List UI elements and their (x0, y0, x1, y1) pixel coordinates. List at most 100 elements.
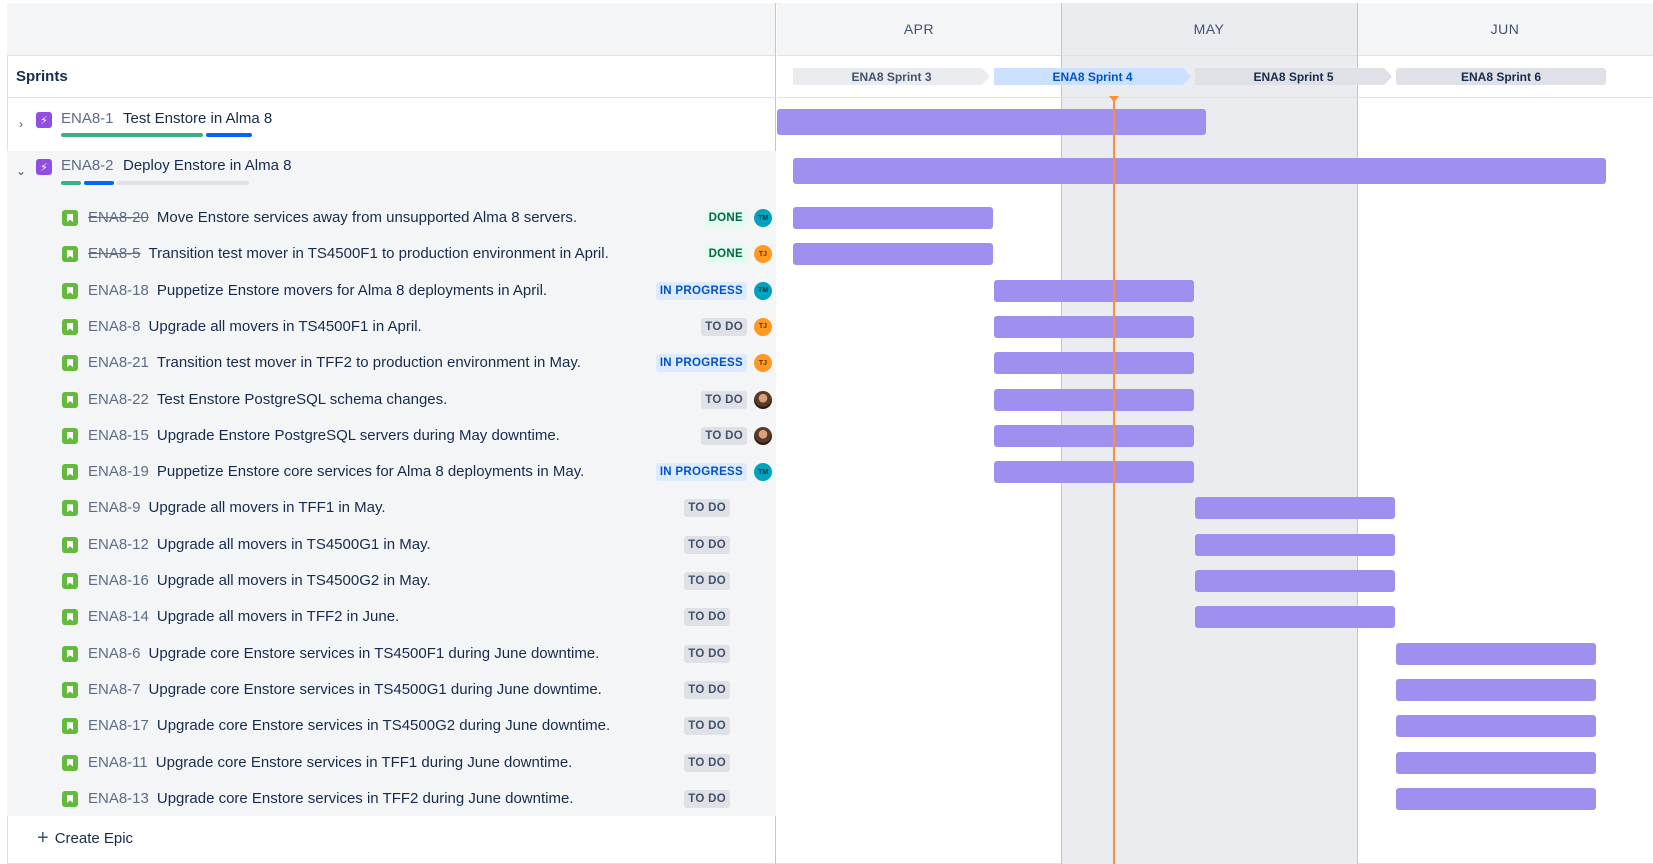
chevron-right-icon[interactable]: › (15, 117, 27, 131)
assignee-avatar[interactable]: TM (754, 463, 772, 482)
status-lozenge[interactable]: TO DO (684, 644, 730, 663)
issue-bar[interactable] (994, 352, 1194, 375)
issue-bar[interactable] (1396, 787, 1596, 810)
status-lozenge[interactable]: TO DO (701, 317, 747, 336)
issue-row[interactable]: ENA8-7 Upgrade core Enstore services in T… (7, 672, 776, 708)
assignee-avatar[interactable]: TM (754, 281, 772, 300)
issue-title[interactable]: Upgrade core Enstore services in TFF2 du… (157, 790, 574, 807)
sprint-pill-active[interactable]: ENA8 Sprint 4 (994, 68, 1191, 85)
issue-title[interactable]: Test Enstore PostgreSQL schema changes. (157, 391, 447, 408)
issue-key[interactable]: ENA8-15 (88, 427, 149, 444)
issue-bar[interactable] (994, 461, 1194, 484)
issue-title[interactable]: Upgrade all movers in TFF1 in May. (149, 499, 386, 516)
issue-row[interactable]: ENA8-6 Upgrade core Enstore services in T… (7, 636, 776, 672)
status-lozenge[interactable]: DONE (704, 209, 747, 227)
status-lozenge[interactable]: TO DO (684, 535, 730, 554)
issue-key[interactable]: ENA8-13 (88, 790, 149, 807)
status-lozenge[interactable]: TO DO (684, 572, 730, 590)
issue-row[interactable]: ENA8-5 Transition test mover in TS4500F1 … (7, 236, 776, 272)
issue-row[interactable]: ENA8-12 Upgrade all movers in TS4500G1 in… (7, 527, 776, 563)
issue-row[interactable]: ENA8-9 Upgrade all movers in TFF1 in May.… (7, 490, 776, 526)
status-lozenge[interactable]: TO DO (684, 680, 730, 699)
epic-title[interactable]: Test Enstore in Alma 8 (123, 110, 272, 127)
issue-row[interactable]: ENA8-22 Test Enstore PostgreSQL schema ch… (7, 382, 776, 418)
epic-title[interactable]: Deploy Enstore in Alma 8 (123, 157, 291, 174)
issue-bar[interactable] (994, 424, 1194, 447)
issue-row[interactable]: ENA8-13 Upgrade core Enstore services in … (7, 781, 776, 817)
status-lozenge[interactable]: TO DO (701, 426, 747, 445)
status-lozenge[interactable]: DONE (704, 245, 747, 264)
issue-row[interactable]: ENA8-19 Puppetize Enstore core services f… (7, 454, 776, 490)
status-lozenge[interactable]: IN PROGRESS (655, 281, 747, 300)
issue-bar[interactable] (1195, 570, 1395, 592)
issue-title[interactable]: Upgrade core Enstore services in TFF1 du… (156, 754, 573, 771)
assignee-avatar[interactable]: TJ (754, 354, 772, 373)
issue-key[interactable]: ENA8-11 (88, 754, 148, 771)
epic-key[interactable]: ENA8-1 (61, 110, 114, 127)
issue-key[interactable]: ENA8-5 (88, 245, 141, 262)
epic-row[interactable]: › ⚡︎ ENA8-1 Test Enstore in Alma 8 (7, 103, 776, 151)
issue-row[interactable]: ENA8-21 Transition test mover in TFF2 to … (7, 345, 776, 381)
epic-bar[interactable] (793, 158, 1606, 184)
issue-row[interactable]: ENA8-18 Puppetize Enstore movers for Alma… (7, 273, 776, 309)
status-lozenge[interactable]: TO DO (684, 789, 730, 808)
assignee-avatar[interactable]: TM (754, 209, 772, 227)
issue-key[interactable]: ENA8-8 (88, 318, 141, 335)
issue-title[interactable]: Transition test mover in TS4500F1 to pro… (149, 245, 609, 262)
sprint-pill[interactable]: ENA8 Sprint 3 (793, 68, 990, 85)
assignee-avatar[interactable] (754, 390, 772, 409)
create-epic-button[interactable]: + Create Epic (37, 828, 133, 848)
issue-bar[interactable] (1195, 606, 1395, 629)
issue-bar[interactable] (994, 315, 1194, 338)
issue-key[interactable]: ENA8-6 (88, 645, 141, 662)
issue-key[interactable]: ENA8-9 (88, 499, 141, 516)
issue-title[interactable]: Upgrade core Enstore services in TS4500F… (149, 645, 600, 662)
issue-bar[interactable] (793, 207, 993, 229)
issue-title[interactable]: Upgrade core Enstore services in TS4500G… (149, 681, 602, 698)
issue-key[interactable]: ENA8-19 (88, 463, 149, 480)
status-lozenge[interactable]: IN PROGRESS (655, 463, 747, 482)
assignee-avatar[interactable] (754, 426, 772, 445)
issue-bar[interactable] (1396, 642, 1596, 665)
issue-key[interactable]: ENA8-20 (88, 209, 149, 226)
issue-title[interactable]: Transition test mover in TFF2 to product… (157, 354, 581, 371)
issue-row[interactable]: ENA8-16 Upgrade all movers in TS4500G2 in… (7, 563, 776, 599)
issue-title[interactable]: Puppetize Enstore core services for Alma… (157, 463, 584, 480)
status-lozenge[interactable]: TO DO (701, 390, 747, 409)
issue-key[interactable]: ENA8-7 (88, 681, 141, 698)
status-lozenge[interactable]: IN PROGRESS (655, 354, 747, 373)
assignee-avatar[interactable]: TJ (754, 317, 772, 336)
issue-key[interactable]: ENA8-12 (88, 536, 149, 553)
epic-bar[interactable] (777, 109, 1206, 135)
sprint-pill[interactable]: ENA8 Sprint 6 (1396, 68, 1606, 85)
issue-bar[interactable] (1195, 497, 1395, 520)
issue-bar[interactable] (1396, 751, 1596, 774)
issue-row[interactable]: ENA8-14 Upgrade all movers in TFF2 in Jun… (7, 599, 776, 635)
status-lozenge[interactable]: TO DO (684, 499, 730, 518)
issue-key[interactable]: ENA8-21 (88, 354, 149, 371)
issue-row[interactable]: ENA8-11 Upgrade core Enstore services in … (7, 745, 776, 781)
issue-bar[interactable] (1396, 715, 1596, 738)
issue-bar[interactable] (994, 388, 1194, 411)
issue-title[interactable]: Move Enstore services away from unsuppor… (157, 209, 577, 226)
issue-key[interactable]: ENA8-22 (88, 391, 149, 408)
issue-row[interactable]: ENA8-15 Upgrade Enstore PostgreSQL server… (7, 418, 776, 454)
assignee-avatar[interactable]: TJ (754, 245, 772, 264)
issue-bar[interactable] (1195, 533, 1395, 556)
issue-key[interactable]: ENA8-17 (88, 717, 149, 734)
issue-bar[interactable] (1396, 678, 1596, 701)
issue-row[interactable]: ENA8-17 Upgrade core Enstore services in … (7, 708, 776, 744)
epic-row[interactable]: ⌄ ⚡︎ ENA8-2 Deploy Enstore in Alma 8 (7, 151, 776, 199)
sprint-pill[interactable]: ENA8 Sprint 5 (1195, 68, 1392, 85)
issue-key[interactable]: ENA8-16 (88, 572, 149, 589)
epic-key[interactable]: ENA8-2 (61, 157, 114, 174)
issue-title[interactable]: Upgrade all movers in TFF2 in June. (157, 608, 399, 625)
issue-key[interactable]: ENA8-18 (88, 282, 149, 299)
issue-title[interactable]: Upgrade all movers in TS4500F1 in April. (149, 318, 422, 335)
issue-row[interactable]: ENA8-20 Move Enstore services away from u… (7, 200, 776, 236)
issue-title[interactable]: Upgrade all movers in TS4500G1 in May. (157, 536, 431, 553)
issue-key[interactable]: ENA8-14 (88, 608, 149, 625)
issue-title[interactable]: Upgrade core Enstore services in TS4500G… (157, 717, 610, 734)
status-lozenge[interactable]: TO DO (684, 608, 730, 627)
issue-bar[interactable] (994, 279, 1194, 302)
